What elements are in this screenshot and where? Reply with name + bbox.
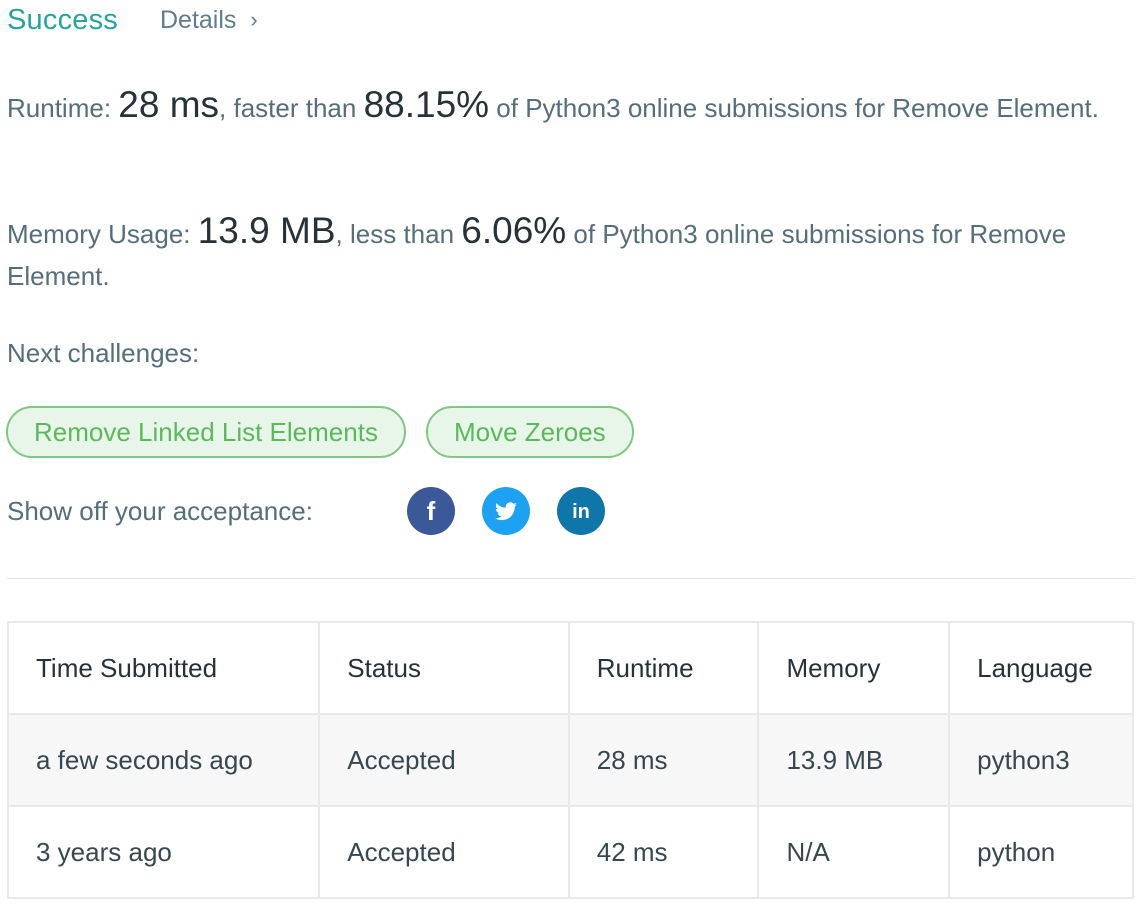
facebook-icon[interactable]: f [407,487,455,535]
svg-text:f: f [427,496,436,526]
result-header: Success Details › [7,0,258,40]
chevron-right-icon[interactable]: › [250,7,257,33]
share-row: Show off your acceptance: f in [7,486,632,536]
details-link[interactable]: Details › [160,6,258,35]
column-header-language[interactable]: Language [948,621,1134,715]
runtime-mid: , faster than [219,93,364,123]
next-challenges-label: Next challenges: [7,338,200,368]
runtime-value: 28 ms [118,84,220,125]
runtime-percent: 88.15% [363,84,490,125]
cell-language: python3 [948,713,1134,807]
column-header-status[interactable]: Status [318,621,570,715]
cell-time: 3 years ago [6,805,321,899]
linkedin-icon[interactable]: in [557,487,605,535]
table-row: a few seconds ago Accepted 28 ms 13.9 MB… [6,713,1134,807]
column-header-runtime[interactable]: Runtime [567,621,760,715]
section-divider [7,578,1134,579]
memory-stat: Memory Usage: 13.9 MB, less than 6.06% o… [7,210,1117,297]
cell-memory: 13.9 MB [757,713,951,807]
challenge-chip-move-zeroes[interactable]: Move Zeroes [425,406,634,458]
memory-label: Memory Usage: [7,219,198,249]
runtime-label: Runtime: [7,93,119,123]
table-row: 3 years ago Accepted 42 ms N/A python [6,805,1134,899]
cell-runtime: 42 ms [567,805,760,899]
next-challenges-list: Remove Linked List Elements Move Zeroes [6,406,634,458]
column-header-memory[interactable]: Memory [757,621,951,715]
memory-percent: 6.06% [461,210,567,251]
memory-value: 13.9 MB [197,210,336,251]
cell-time: a few seconds ago [6,713,321,807]
cell-status-link[interactable]: Accepted [318,713,570,807]
memory-mid: , less than [335,219,462,249]
twitter-icon[interactable] [482,487,530,535]
details-label[interactable]: Details [160,6,236,35]
runtime-stat: Runtime: 28 ms, faster than 88.15% of Py… [7,84,1117,129]
share-label: Show off your acceptance: [7,495,313,526]
cell-status-link[interactable]: Accepted [318,805,570,899]
cell-memory: N/A [757,805,951,899]
table-header-row: Time Submitted Status Runtime Memory Lan… [6,621,1134,715]
challenge-chip-remove-linked-list-elements[interactable]: Remove Linked List Elements [6,406,406,458]
submissions-table: Time Submitted Status Runtime Memory Lan… [6,621,1134,899]
cell-language: python [948,805,1134,899]
runtime-tail: of Python3 online submissions for Remove… [489,93,1099,123]
status-title: Success [7,3,118,36]
svg-text:in: in [572,501,590,523]
column-header-time[interactable]: Time Submitted [6,621,321,715]
cell-runtime: 28 ms [567,713,760,807]
